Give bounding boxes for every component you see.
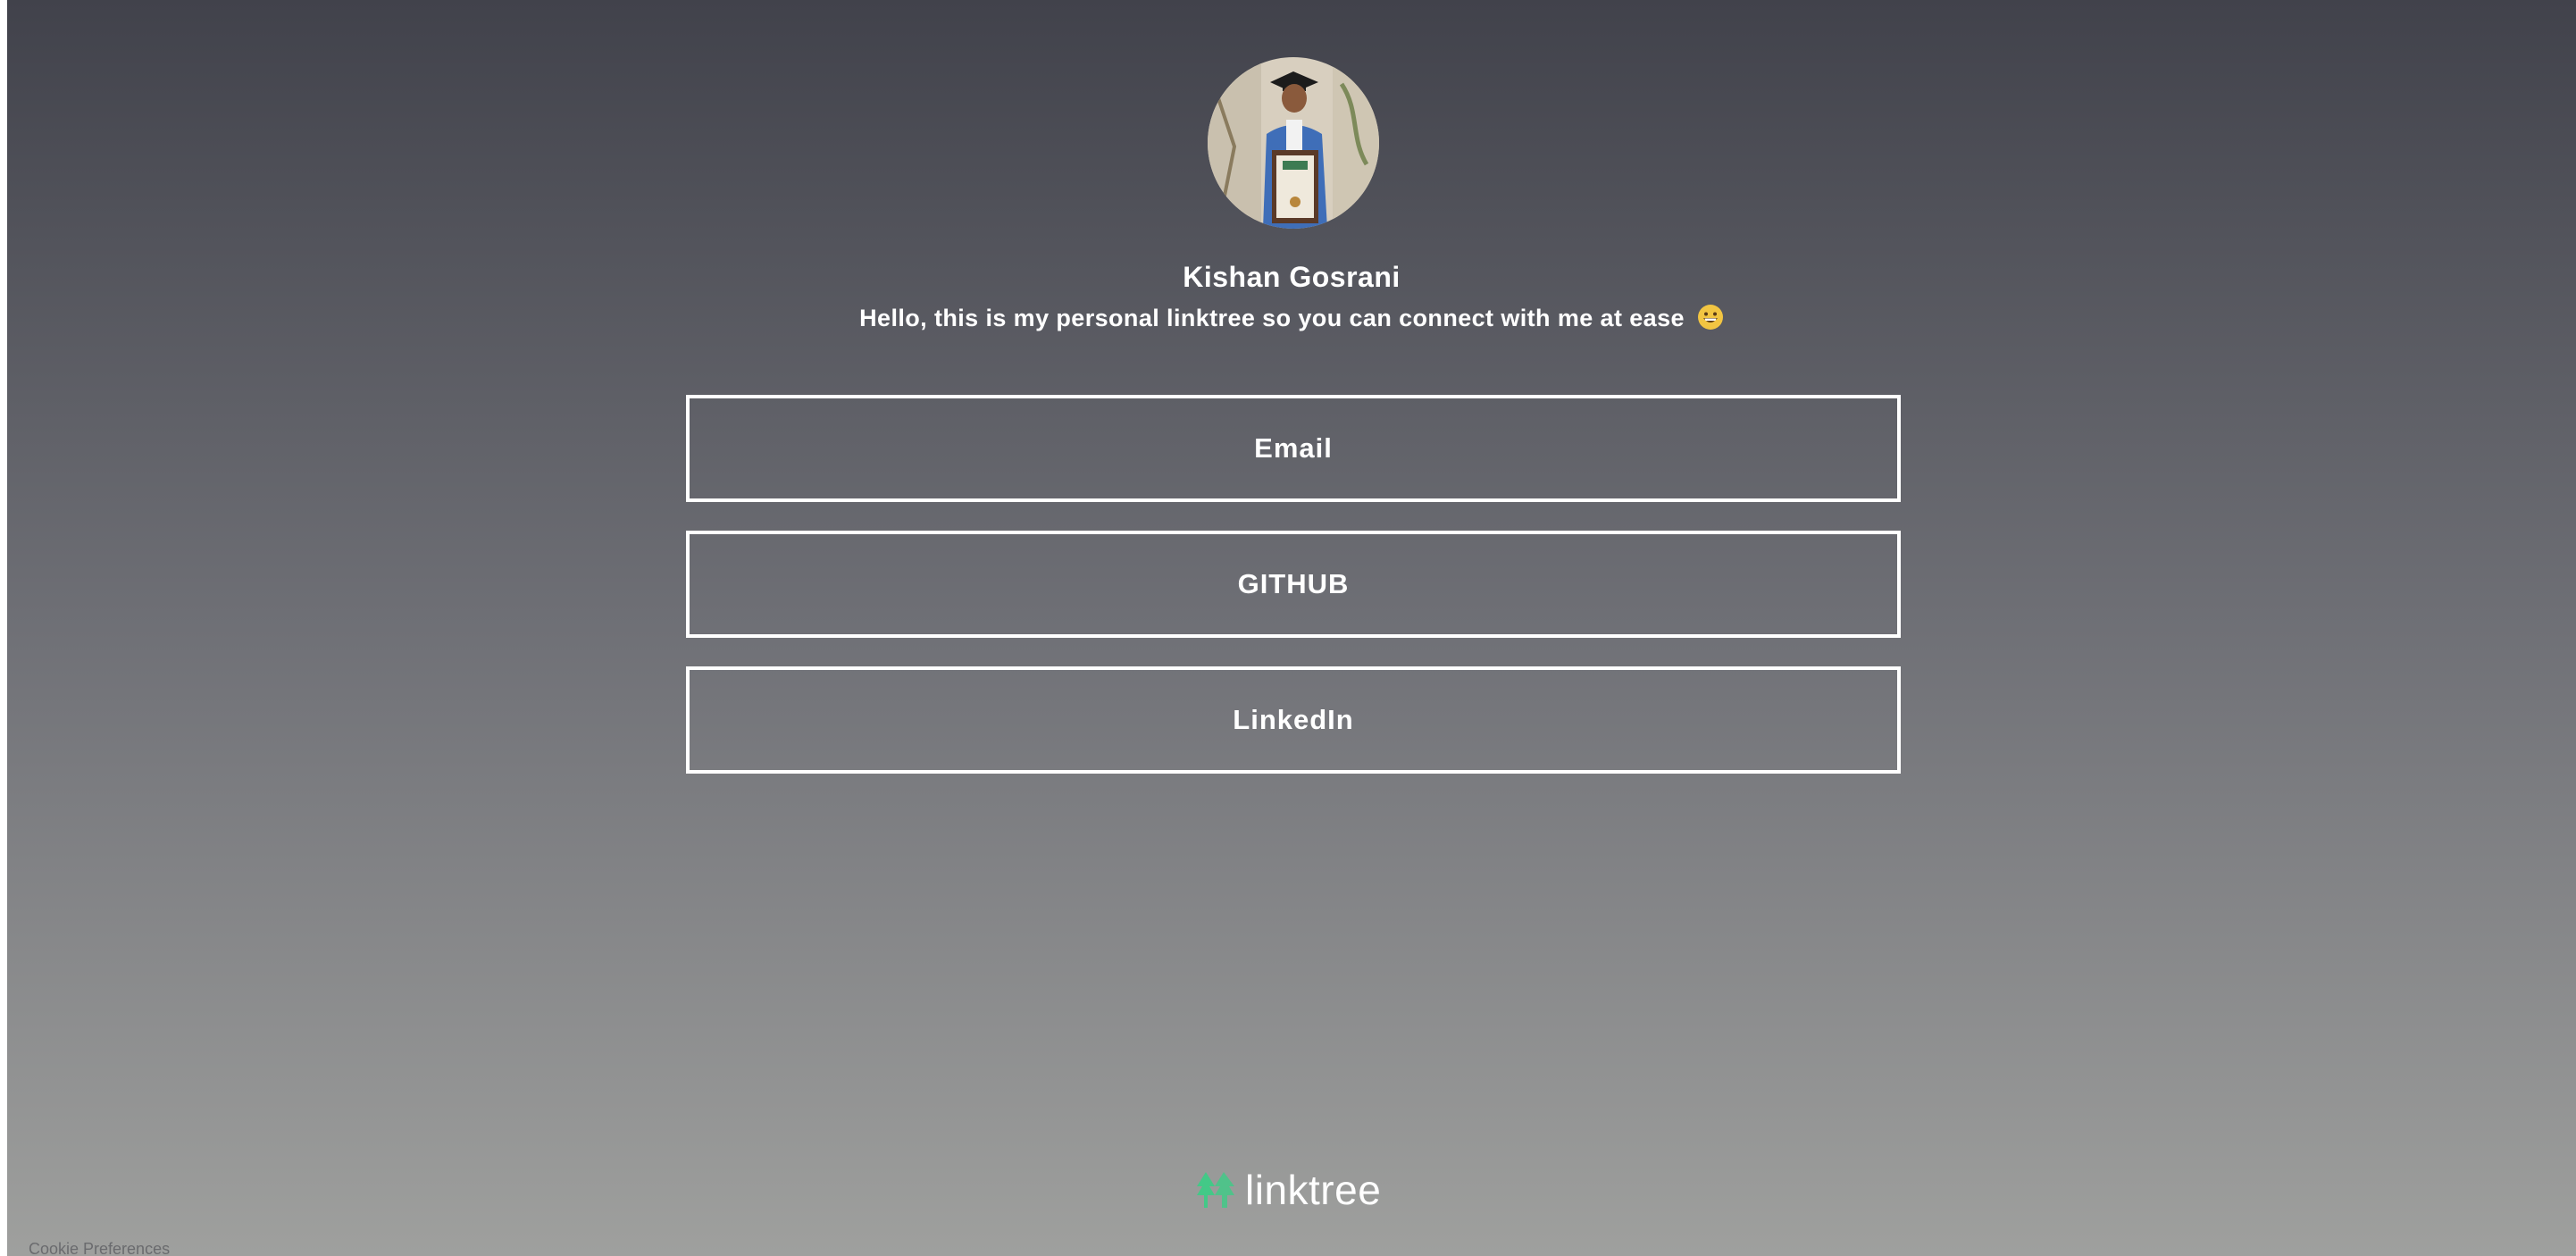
grinning-face-emoji-icon: [1697, 305, 1723, 330]
linktree-page: Kishan Gosrani Hello, this is my persona…: [7, 0, 2576, 1256]
link-list: Email GITHUB LinkedIn: [686, 395, 1901, 802]
avatar-photo: [1208, 57, 1379, 229]
linkedin-link-button[interactable]: LinkedIn: [686, 666, 1901, 774]
github-link-button[interactable]: GITHUB: [686, 531, 1901, 638]
linktree-logo-icon: [1197, 1172, 1234, 1208]
profile-bio: Hello, this is my personal linktree so y…: [859, 305, 1685, 331]
profile-name: Kishan Gosrani: [1183, 261, 1401, 293]
linktree-logo-text: linktree: [1245, 1167, 1382, 1213]
linktree-footer-logo[interactable]: linktree: [1195, 1163, 1381, 1217]
email-link-button[interactable]: Email: [686, 395, 1901, 502]
profile-bio-line: Hello, this is my personal linktree so y…: [7, 304, 2576, 332]
page-left-edge: [0, 0, 7, 1256]
avatar: [1208, 57, 1379, 229]
cookie-preferences-link[interactable]: Cookie Preferences: [29, 1240, 170, 1256]
